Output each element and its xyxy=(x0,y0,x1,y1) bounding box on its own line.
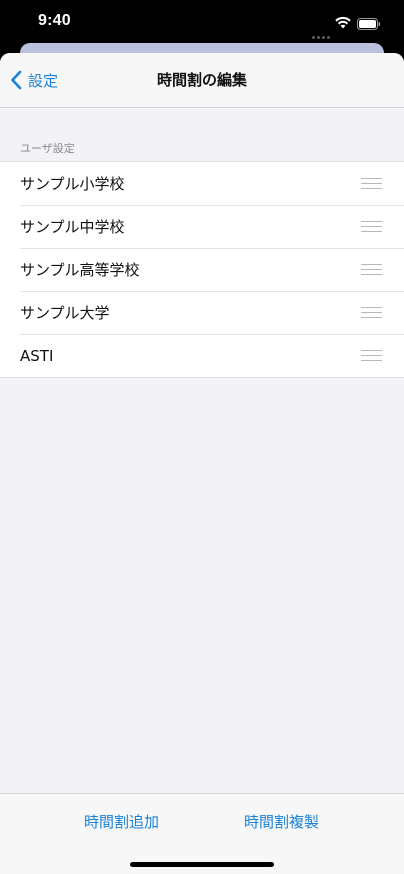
list-item[interactable]: サンプル中学校 xyxy=(0,205,404,248)
battery-icon xyxy=(357,15,381,30)
list-item-label: サンプル高等学校 xyxy=(20,261,140,279)
home-indicator[interactable] xyxy=(130,862,274,867)
duplicate-timetable-button[interactable]: 時間割複製 xyxy=(244,811,319,832)
reorder-handle-icon[interactable] xyxy=(361,221,382,232)
page-title: 時間割の編集 xyxy=(156,71,247,89)
list-item[interactable]: サンプル小学校 xyxy=(0,162,404,205)
wifi-icon xyxy=(335,14,351,29)
reorder-handle-icon[interactable] xyxy=(361,350,382,361)
list-item-label: サンプル中学校 xyxy=(20,218,125,236)
list-item-label: サンプル小学校 xyxy=(20,175,125,193)
bottom-toolbar: 時間割追加 時間割複製 xyxy=(0,793,404,874)
list-item-label: サンプル大学 xyxy=(20,304,110,322)
modal-sheet: 設定 時間割の編集 ユーザ設定 サンプル小学校 サンプル中学校 サンプル高等学校… xyxy=(0,53,404,874)
reorder-handle-icon[interactable] xyxy=(361,264,382,275)
status-bar: 9:40 xyxy=(0,0,404,44)
status-time: 9:40 xyxy=(38,12,71,29)
cellular-signal-icon xyxy=(312,24,332,39)
list-item[interactable]: サンプル高等学校 xyxy=(0,248,404,291)
phone-screen: 9:40 設定 時間割の編集 ユーザ設定 サンプル小学校 サンプル中学校 サンプ… xyxy=(0,0,404,874)
list-item[interactable]: サンプル大学 xyxy=(0,291,404,334)
add-timetable-button[interactable]: 時間割追加 xyxy=(84,811,159,832)
section-header: ユーザ設定 xyxy=(20,142,75,155)
list-item-label: ASTI xyxy=(20,346,54,365)
reorder-handle-icon[interactable] xyxy=(361,307,382,318)
timetable-list: サンプル小学校 サンプル中学校 サンプル高等学校 サンプル大学 ASTI xyxy=(0,161,404,378)
reorder-handle-icon[interactable] xyxy=(361,178,382,189)
navigation-bar: 設定 時間割の編集 xyxy=(0,53,404,108)
list-item[interactable]: ASTI xyxy=(0,334,404,377)
